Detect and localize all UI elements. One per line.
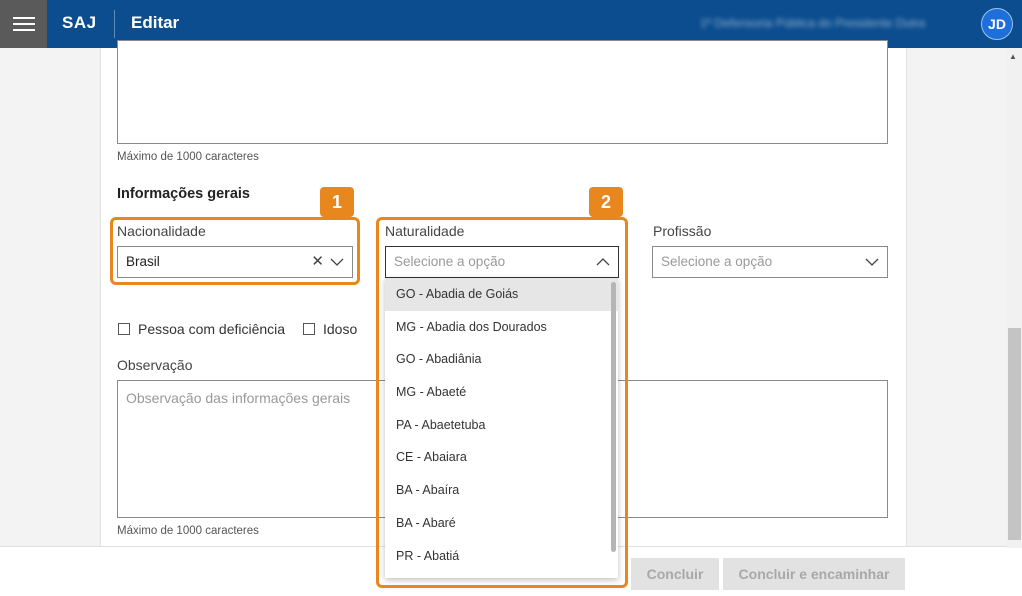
checkbox-box[interactable] <box>303 323 315 335</box>
user-avatar[interactable]: JD <box>981 8 1013 40</box>
callout-box-2 <box>376 217 628 588</box>
concluir-button[interactable]: Concluir <box>631 558 719 590</box>
callout-badge-1: 1 <box>320 187 354 217</box>
chevron-down-icon <box>865 258 879 266</box>
profissao-placeholder: Selecione a opção <box>661 254 773 269</box>
callout-badge-2: 2 <box>589 187 623 217</box>
hamburger-menu-button[interactable] <box>0 0 47 48</box>
callout-box-1 <box>110 217 360 285</box>
page-scrollbar-thumb[interactable] <box>1008 328 1021 540</box>
checkbox-label: Idoso <box>323 321 358 337</box>
header-divider <box>114 10 115 38</box>
user-name: 1ª Defensoria Pública do Presidente Dutr… <box>700 16 926 30</box>
profissao-label: Profissão <box>653 223 712 239</box>
checkbox-pessoa-deficiencia[interactable]: Pessoa com deficiência <box>118 321 285 337</box>
brand-logo[interactable]: SAJ <box>62 13 97 33</box>
section-title: Informações gerais <box>117 186 250 202</box>
checkbox-box[interactable] <box>118 323 130 335</box>
page-title: Editar <box>131 13 180 32</box>
checkbox-label: Pessoa com deficiência <box>138 321 286 337</box>
concluir-encaminhar-button[interactable]: Concluir e encaminhar <box>723 558 905 590</box>
profissao-select[interactable]: Selecione a opção <box>652 246 888 278</box>
observacao-hint: Máximo de 1000 caracteres <box>117 525 259 537</box>
previous-textarea-hint: Máximo de 1000 caracteres <box>117 151 259 163</box>
observacao-placeholder: Observação das informações gerais <box>126 390 351 406</box>
previous-textarea[interactable] <box>117 40 888 144</box>
menu-icon <box>12 17 35 31</box>
observacao-label: Observação <box>117 357 193 373</box>
scroll-up-icon[interactable]: ▲ <box>1009 52 1017 61</box>
checkbox-idoso[interactable]: Idoso <box>303 321 357 337</box>
